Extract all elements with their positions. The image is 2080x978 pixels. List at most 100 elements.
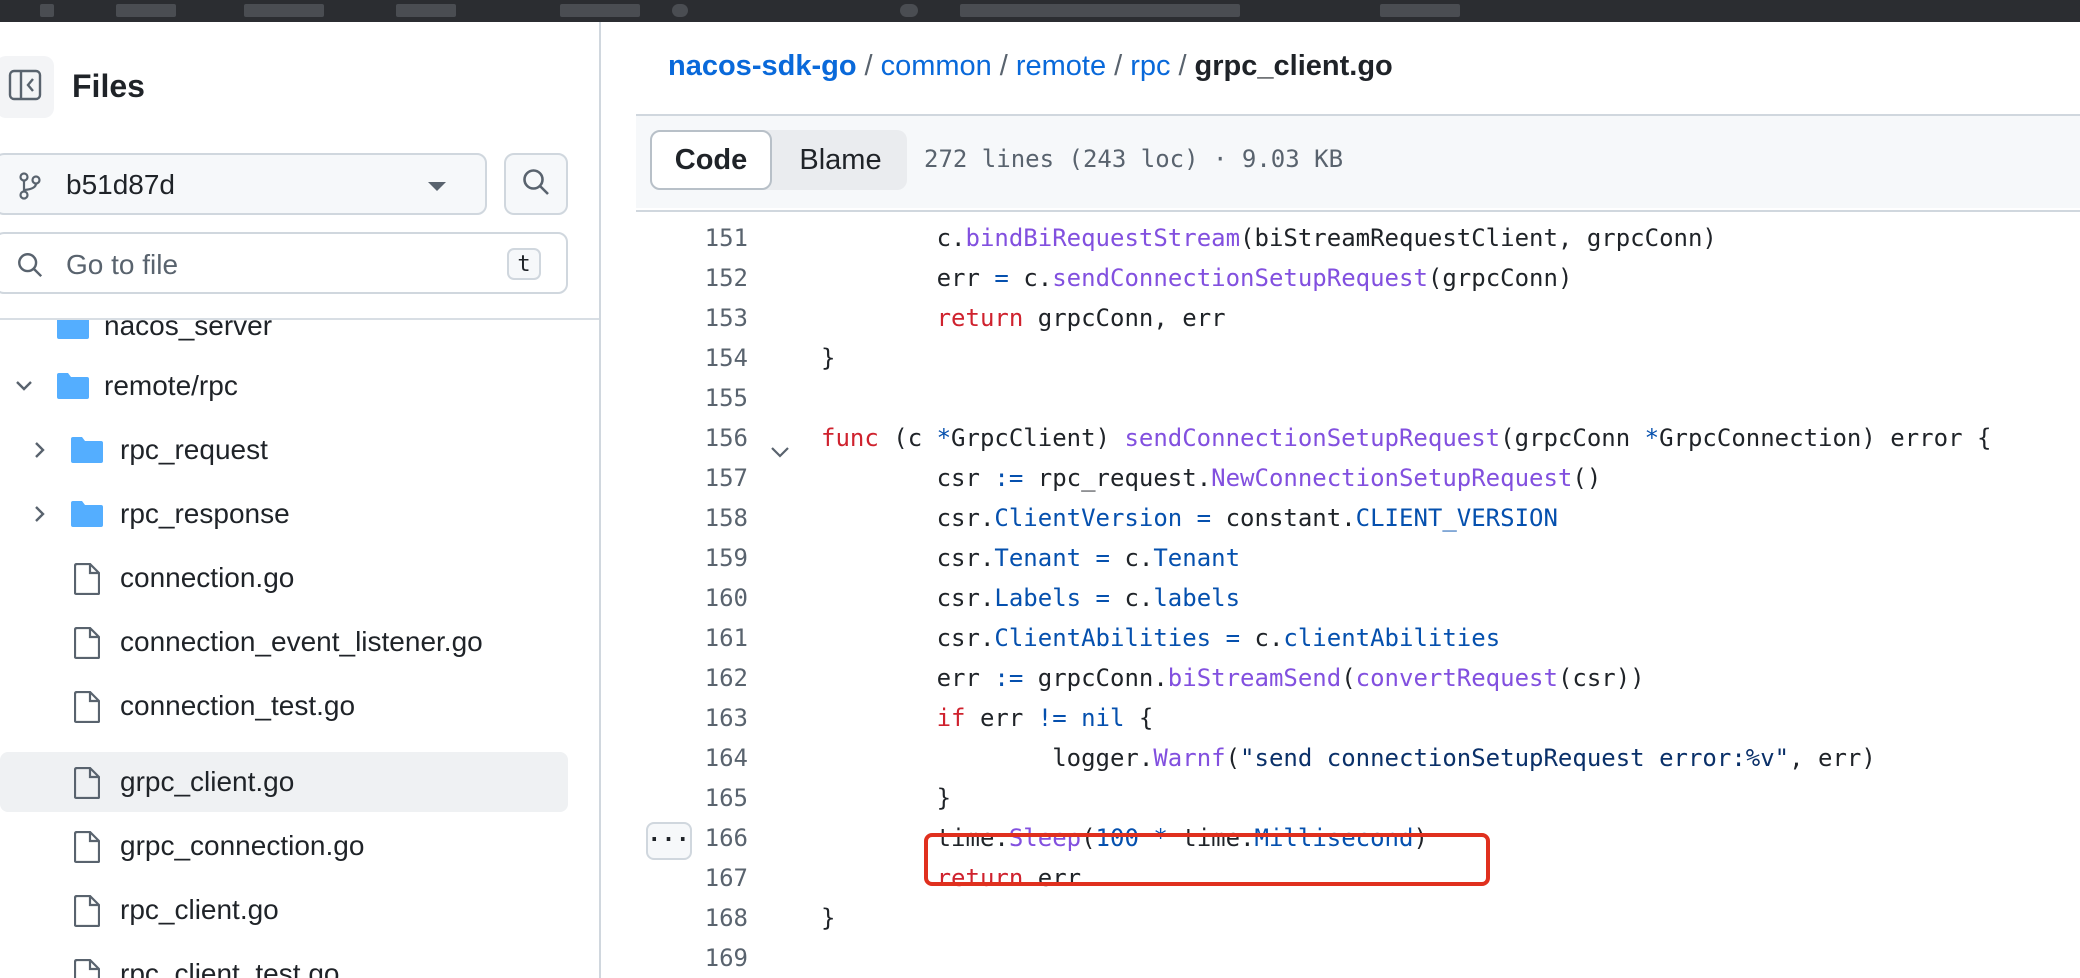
code-text: func (c *GrpcClient) sendConnectionSetup… [821, 424, 1992, 452]
breadcrumb: nacos-sdk-go / common / remote / rpc / grpc_clie… [668, 50, 1393, 83]
breadcrumb-separator: / [1178, 50, 1187, 82]
bookmark-item[interactable] [244, 4, 324, 17]
bookmark-icon[interactable] [900, 4, 918, 17]
code-line: 151 c.bindBiRequestStream(biStreamReques… [636, 218, 2080, 258]
breadcrumb-link-rpc[interactable]: rpc [1130, 50, 1170, 82]
bookmark-item[interactable] [116, 4, 176, 17]
git-branch-icon [18, 172, 42, 205]
file-icon [73, 766, 101, 804]
tree-item-rpc-response[interactable]: rpc_response [0, 484, 568, 544]
breadcrumb-current-file: grpc_client.go [1194, 50, 1393, 82]
line-number[interactable]: 156 [636, 418, 748, 458]
code-text: c.bindBiRequestStream(biStreamRequestCli… [821, 224, 1717, 252]
tree-item-file[interactable]: connection_event_listener.go [0, 612, 568, 672]
bookmark-item[interactable] [560, 4, 640, 17]
tree-item-label: rpc_client_test.go [120, 958, 340, 978]
tree-item-file[interactable]: rpc_client.go [0, 880, 568, 940]
tree-item-file-selected[interactable]: grpc_client.go [0, 752, 568, 812]
line-number[interactable]: 169 [636, 938, 748, 978]
line-number[interactable]: 157 [636, 458, 748, 498]
code-text: csr := rpc_request.NewConnectionSetupReq… [821, 464, 1602, 492]
folder-icon [70, 499, 104, 534]
line-number[interactable]: 161 [636, 618, 748, 658]
code-view: nacos-sdk-go / common / remote / rpc / grpc_clie… [636, 22, 2080, 978]
file-icon [73, 830, 101, 868]
line-number[interactable]: 152 [636, 258, 748, 298]
line-number[interactable]: 153 [636, 298, 748, 338]
branch-name: b51d87d [66, 169, 176, 200]
breadcrumb-link-remote[interactable]: remote [1016, 50, 1106, 82]
file-tree-sidebar: nacos_server remote/rpc rpc_request rpc_… [0, 22, 601, 978]
file-info: 272 lines (243 loc) · 9.03 KB [924, 145, 1344, 173]
breadcrumb-separator: / [864, 50, 873, 82]
line-number[interactable]: 160 [636, 578, 748, 618]
chevron-right-icon[interactable] [30, 440, 50, 465]
chevron-down-icon[interactable] [14, 376, 34, 401]
code-text: if err != nil { [936, 704, 1154, 732]
file-icon [73, 894, 101, 932]
tree-item-rpc-request[interactable]: rpc_request [0, 420, 568, 480]
search-button[interactable] [504, 153, 568, 215]
bookmark-item[interactable] [396, 4, 456, 17]
code-line: 158 csr.ClientVersion = constant.CLIENT_… [636, 498, 2080, 538]
code-listing: 151 c.bindBiRequestStream(biStreamReques… [636, 210, 2080, 978]
line-number[interactable]: 164 [636, 738, 748, 778]
line-number[interactable]: 168 [636, 898, 748, 938]
code-line: 169 [636, 938, 2080, 978]
code-text: err = c.sendConnectionSetupRequest(grpcC… [821, 264, 1573, 292]
branch-selector-button[interactable]: b51d87d [0, 153, 487, 215]
code-text: err := grpcConn.biStreamSend(convertRequ… [821, 664, 1645, 692]
line-number[interactable]: 162 [636, 658, 748, 698]
tree-item-label: remote/rpc [104, 370, 238, 401]
code-line: 153 return grpcConn, err [636, 298, 2080, 338]
file-icon [73, 562, 101, 600]
tree-item-file[interactable]: grpc_connection.go [0, 816, 568, 876]
code-line: 154} [636, 338, 2080, 378]
bookmark-icon[interactable] [40, 4, 54, 17]
code-text: return grpcConn, err [936, 304, 1226, 332]
line-number[interactable]: 158 [636, 498, 748, 538]
chevron-right-icon[interactable] [30, 504, 50, 529]
line-number[interactable]: 155 [636, 378, 748, 418]
folder-open-icon [56, 371, 90, 406]
code-text: } [821, 784, 952, 812]
code-line: 162 err := grpcConn.biStreamSend(convert… [636, 658, 2080, 698]
go-to-file-input[interactable]: Go to file t [0, 232, 568, 294]
breadcrumb-link-common[interactable]: common [881, 50, 992, 82]
sidebar-header: Files b51d87d Go to file t [0, 22, 599, 320]
code-line: 155 [636, 378, 2080, 418]
view-mode-toggle: Code Blame [650, 130, 907, 190]
bookmark-icon[interactable] [672, 4, 688, 17]
sidebar-title: Files [72, 68, 145, 104]
tree-item-label: grpc_client.go [120, 766, 295, 797]
line-number[interactable]: 154 [636, 338, 748, 378]
collapse-sidebar-button[interactable] [0, 56, 54, 118]
breadcrumb-separator: / [999, 50, 1008, 82]
code-text: csr.Tenant = c.Tenant [821, 544, 1241, 572]
bookmark-item[interactable] [1380, 4, 1460, 17]
keyboard-shortcut-hint: t [507, 248, 541, 280]
folder-icon [70, 435, 104, 470]
line-number[interactable]: 167 [636, 858, 748, 898]
tree-item-file[interactable]: connection_test.go [0, 676, 568, 736]
tab-blame[interactable]: Blame [774, 130, 907, 190]
bookmark-item[interactable] [960, 4, 1240, 17]
file-icon [73, 626, 101, 664]
line-number[interactable]: 163 [636, 698, 748, 738]
line-number[interactable]: 159 [636, 538, 748, 578]
file-header: Code Blame 272 lines (243 loc) · 9.03 KB [636, 114, 2080, 208]
breadcrumb-repo-link[interactable]: nacos-sdk-go [668, 50, 857, 82]
code-line: 165 } [636, 778, 2080, 818]
code-text: csr.ClientAbilities = c.clientAbilities [821, 624, 1501, 652]
sidebar-collapse-icon [8, 68, 42, 107]
tree-item-file[interactable]: connection.go [0, 548, 568, 608]
tree-item-remote-rpc[interactable]: remote/rpc [0, 356, 568, 416]
code-text: csr.Labels = c.labels [821, 584, 1241, 612]
line-number[interactable]: 151 [636, 218, 748, 258]
tree-item-file[interactable]: rpc_client_test.go [0, 944, 568, 978]
line-number[interactable]: 165 [636, 778, 748, 818]
code-line: 157 csr := rpc_request.NewConnectionSetu… [636, 458, 2080, 498]
line-options-button[interactable]: ··· [646, 822, 692, 860]
tree-item-label: rpc_client.go [120, 894, 279, 925]
tab-code[interactable]: Code [650, 130, 772, 190]
